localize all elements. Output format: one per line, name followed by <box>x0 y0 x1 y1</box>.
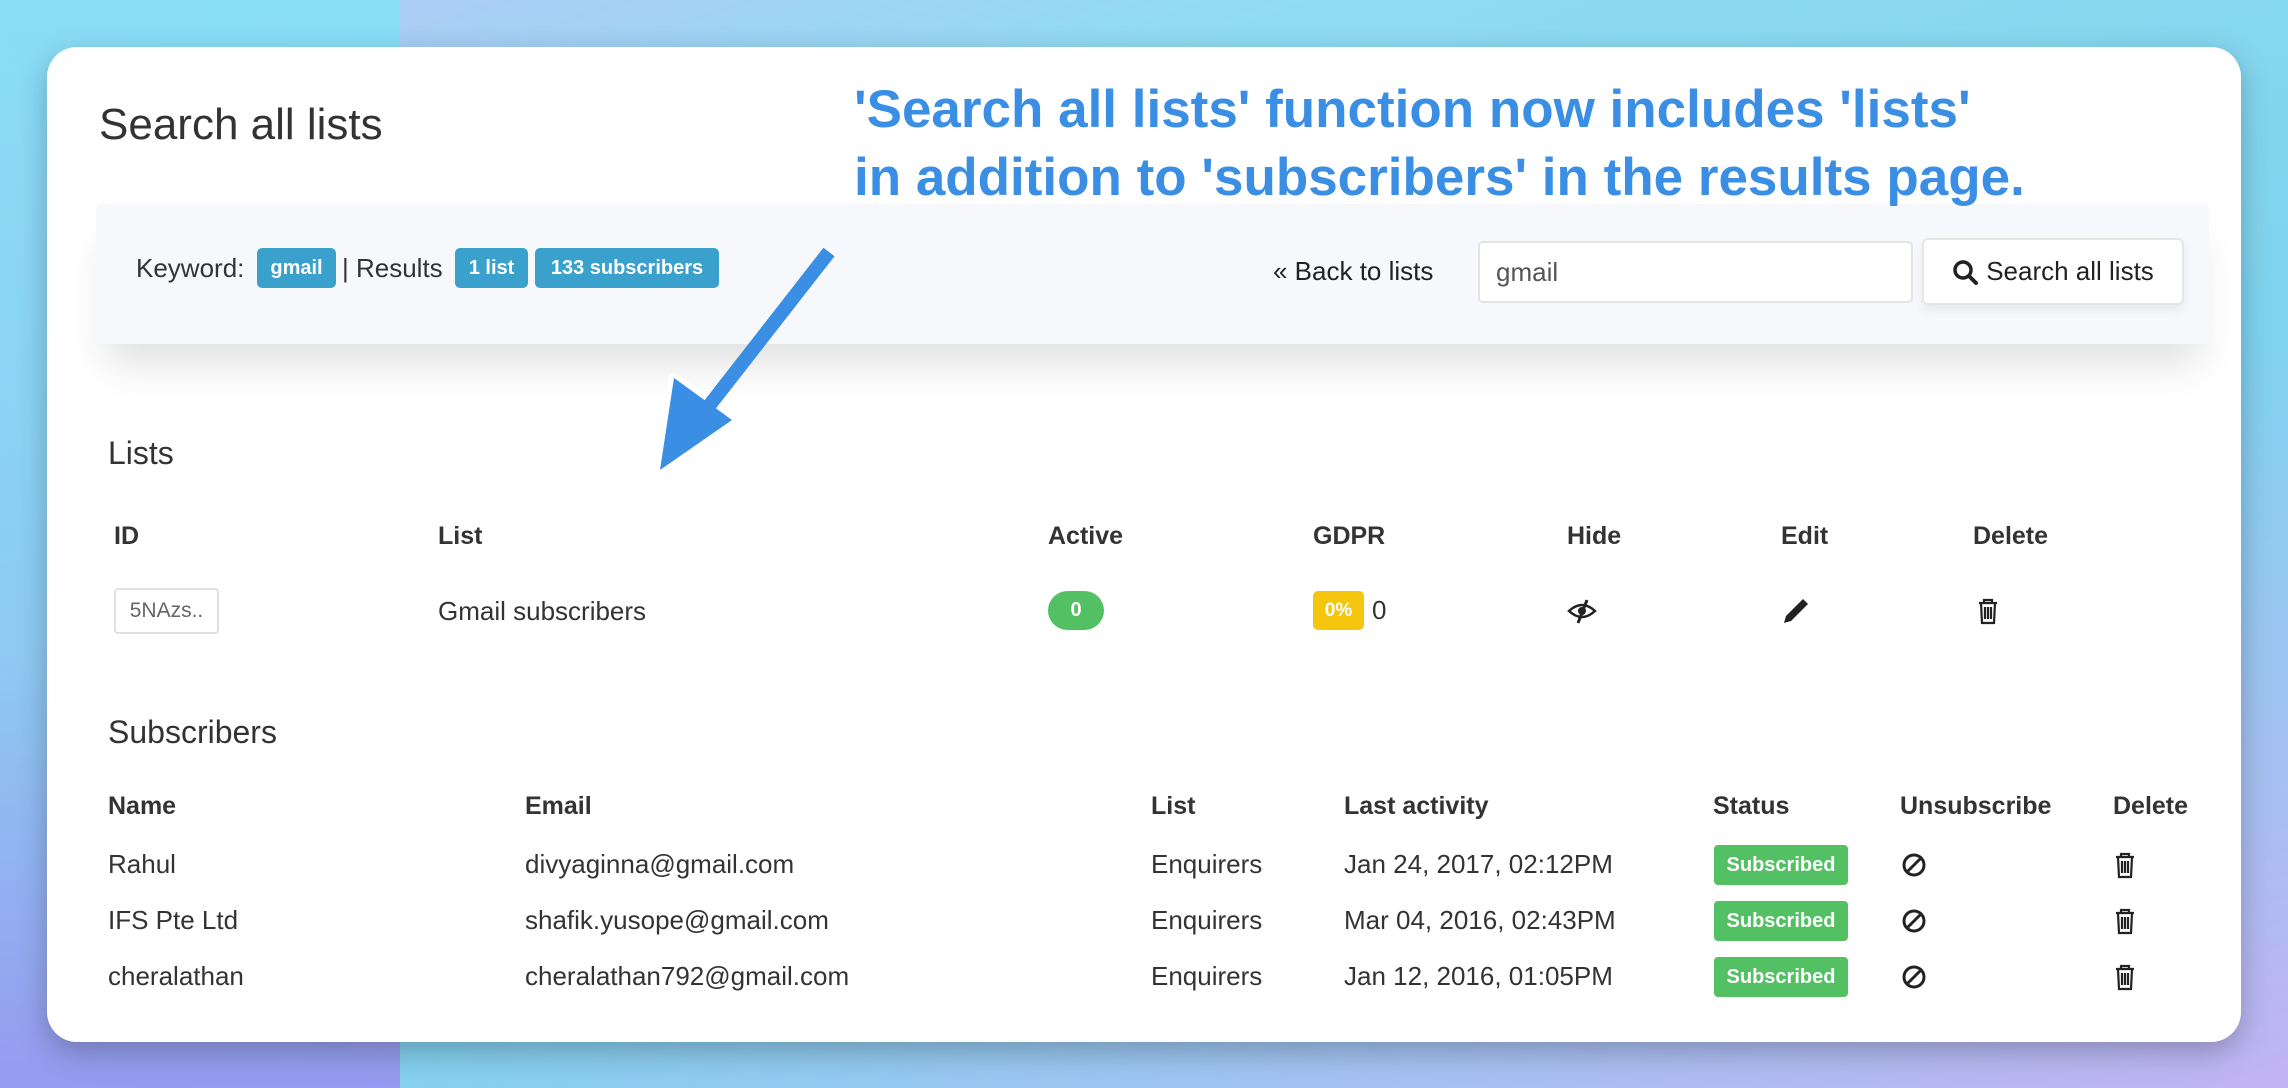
search-input[interactable] <box>1478 241 1913 303</box>
col-list: List <box>438 522 483 550</box>
search-button-label: Search all lists <box>1986 256 2154 286</box>
col-id: ID <box>114 522 139 550</box>
subscriber-list: Enquirers <box>1151 961 1263 991</box>
col-status: Status <box>1713 792 1790 820</box>
trash-icon[interactable] <box>2110 850 2140 880</box>
annotation-line-2: in addition to 'subscribers' in the resu… <box>854 148 2025 207</box>
results-label: | Results <box>342 253 443 283</box>
col-edit: Edit <box>1781 522 1829 550</box>
eye-slash-icon[interactable] <box>1567 596 1597 626</box>
lists-count-badge[interactable]: 1 list <box>455 248 528 288</box>
subscriber-name[interactable]: Rahul <box>108 849 176 880</box>
status-badge: Subscribed <box>1714 901 1848 941</box>
lists-heading: Lists <box>108 435 174 471</box>
search-all-lists-button[interactable]: Search all lists <box>1922 238 2184 305</box>
subscriber-email: divyaginna@gmail.com <box>525 849 795 879</box>
list-id-field[interactable]: 5NAzs.. <box>114 588 219 634</box>
trash-icon[interactable] <box>1973 596 2003 626</box>
annotation-line-1: 'Search all lists' function now includes… <box>854 80 1971 139</box>
keyword-label: Keyword: <box>136 253 245 283</box>
subscriber-name[interactable]: cheralathan <box>108 961 244 992</box>
ban-icon[interactable] <box>1899 850 1929 880</box>
col-gdpr: GDPR <box>1313 522 1386 550</box>
col-active: Active <box>1048 522 1124 550</box>
col-unsubscribe: Unsubscribe <box>1900 792 2052 820</box>
col-hide: Hide <box>1567 522 1622 550</box>
search-icon <box>1953 259 1979 285</box>
col-list: List <box>1151 792 1196 820</box>
gdpr-percent-badge: 0% <box>1313 591 1364 630</box>
trash-icon[interactable] <box>2110 962 2140 992</box>
ban-icon[interactable] <box>1899 962 1929 992</box>
ban-icon[interactable] <box>1899 906 1929 936</box>
subscriber-list: Enquirers <box>1151 849 1263 879</box>
col-email: Email <box>525 792 592 820</box>
gdpr-count: 0 <box>1372 595 1387 625</box>
col-last-activity: Last activity <box>1344 792 1489 820</box>
trash-icon[interactable] <box>2110 906 2140 936</box>
list-name-link[interactable]: Gmail subscribers <box>438 596 646 627</box>
annotation-arrow-icon <box>655 247 835 475</box>
subscribers-heading: Subscribers <box>108 714 277 750</box>
subscriber-last-activity: Mar 04, 2016, 02:43PM <box>1344 905 1616 935</box>
subscriber-name[interactable]: IFS Pte Ltd <box>108 905 238 936</box>
pencil-icon[interactable] <box>1781 596 1811 626</box>
subscriber-list: Enquirers <box>1151 905 1263 935</box>
subscriber-email: shafik.yusope@gmail.com <box>525 905 829 935</box>
annotation-text: 'Search all lists' function now includes… <box>854 76 2025 212</box>
subscriber-last-activity: Jan 24, 2017, 02:12PM <box>1344 849 1613 879</box>
status-badge: Subscribed <box>1714 957 1848 997</box>
subscriber-last-activity: Jan 12, 2016, 01:05PM <box>1344 961 1613 991</box>
status-badge: Subscribed <box>1714 845 1848 885</box>
page-title: Search all lists <box>99 100 383 149</box>
col-delete: Delete <box>2113 792 2189 820</box>
subscriber-email: cheralathan792@gmail.com <box>525 961 850 991</box>
col-name: Name <box>108 792 177 820</box>
col-delete: Delete <box>1973 522 2049 550</box>
back-to-lists-link[interactable]: « Back to lists <box>1273 256 1433 287</box>
keyword-badge: gmail <box>257 248 336 288</box>
active-count-badge: 0 <box>1048 591 1104 630</box>
